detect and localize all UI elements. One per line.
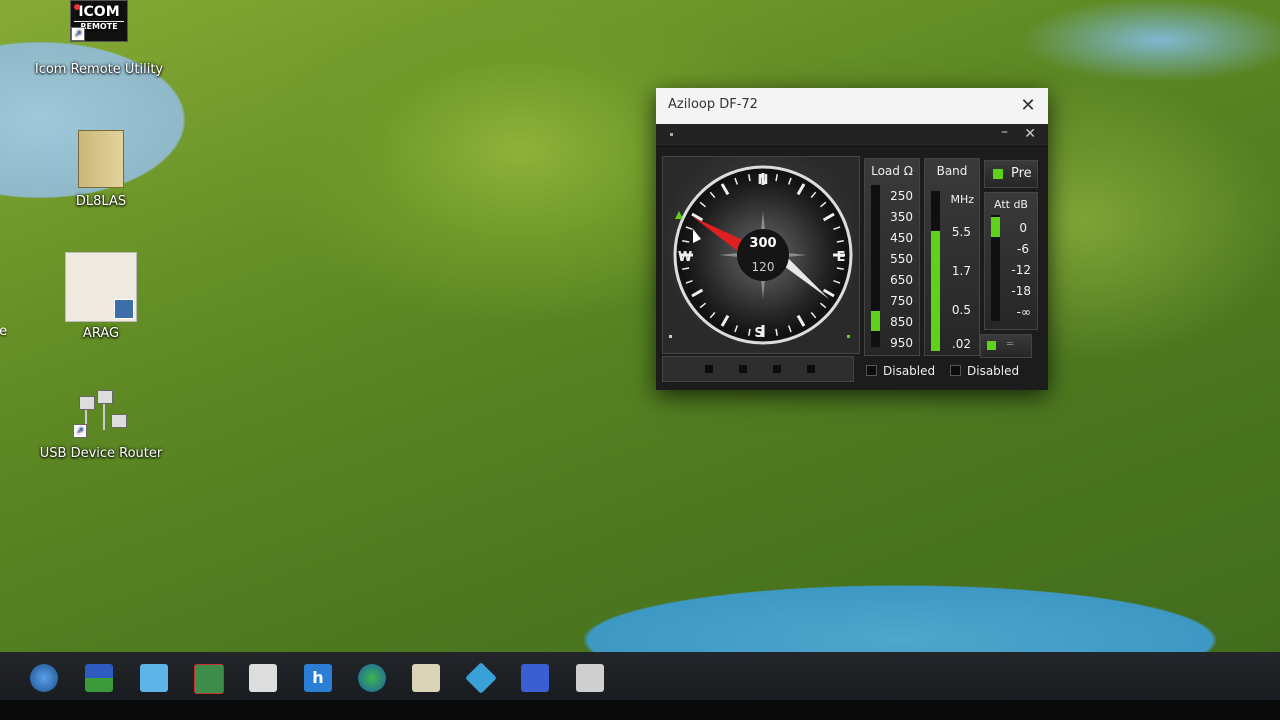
desktop-icon-dl8las[interactable]: DL8LAS (36, 130, 166, 209)
cardinal-north: N (758, 173, 769, 188)
desktop-icon-icom-remote-utility[interactable]: ICOM REMOTE ↗ Icom Remote Utility (34, 0, 164, 77)
checkbox-box[interactable] (950, 365, 961, 376)
preset-button-2[interactable] (739, 365, 747, 373)
compass-dial[interactable]: 300 120 N S E W (663, 157, 859, 353)
status-dot (847, 335, 850, 338)
mail-icon[interactable] (140, 664, 168, 692)
att-tick-inf: -∞ (1016, 305, 1031, 319)
cardinal-south: S (754, 326, 763, 341)
pre-label: Pre (1011, 166, 1032, 181)
usb-app-icon[interactable] (521, 664, 549, 692)
window-title: Aziloop DF-72 (668, 97, 758, 112)
rotate-up-arrow-icon[interactable] (675, 211, 683, 219)
load-meter-fill (871, 311, 880, 331)
status-dot (669, 335, 672, 338)
load-tick-250: 250 (890, 189, 913, 203)
preset-button-3[interactable] (773, 365, 781, 373)
cardinal-west: W (678, 250, 692, 265)
desktop-icon-label: DL8LAS (75, 194, 127, 209)
band-tick-5.5: 5.5 (951, 225, 971, 239)
globe-icon[interactable] (30, 664, 58, 692)
pre-indicator (993, 169, 1003, 179)
att-tick-12: -12 (1011, 263, 1031, 277)
att-tick-6: -6 (1017, 242, 1029, 256)
inner-toolbar: – ✕ (656, 124, 1048, 147)
att-small-toggle[interactable]: ═ (980, 334, 1032, 358)
band-tick-1.7: 1.7 (951, 264, 971, 278)
att-header: Att dB (994, 198, 1028, 211)
window-titlebar[interactable]: Aziloop DF-72 ✕ (656, 88, 1048, 124)
earth-icon[interactable] (358, 664, 386, 692)
pre-toggle[interactable]: Pre (984, 160, 1038, 188)
load-tick-450: 450 (890, 231, 913, 245)
indicator-dot (670, 133, 673, 136)
band-meter-fill (931, 231, 940, 351)
checkbox-box[interactable] (866, 365, 877, 376)
att-meter-fill (991, 217, 1000, 237)
icom-remote-icon: ICOM REMOTE ↗ (70, 0, 128, 42)
band-header: Band (936, 164, 968, 178)
att-small-dash-icon: ═ (1007, 339, 1014, 350)
inner-close-button[interactable]: ✕ (1024, 126, 1036, 142)
h-app-icon[interactable]: h (304, 664, 332, 692)
inner-minimize-button[interactable]: – (1001, 124, 1008, 140)
desktop-icon-label: USB Device Router (39, 446, 163, 461)
desktop-icon-usb-device-router[interactable]: ↗ USB Device Router (36, 386, 166, 461)
usb-router-app-icon[interactable] (576, 664, 604, 692)
attenuator-panel[interactable]: Att dB 0 -6 -12 -18 -∞ (984, 192, 1038, 330)
load-panel[interactable]: Load Ω 250 350 450 550 650 750 850 950 (864, 158, 920, 356)
preset-button-4[interactable] (807, 365, 815, 373)
band-panel[interactable]: Band MHz 5.5 1.7 0.5 .02 (924, 158, 980, 356)
load-tick-750: 750 (890, 294, 913, 308)
band-unit: MHz (950, 193, 974, 206)
cardinal-east: E (837, 250, 846, 265)
window-close-button[interactable]: ✕ (1016, 94, 1040, 118)
shortcut-arrow-icon: ↗ (73, 424, 87, 438)
monitor-bezel (0, 700, 1280, 720)
load-header: Load Ω (871, 164, 913, 178)
checkbox-label: Disabled (883, 364, 936, 378)
desktop-icon-arag[interactable]: ARAG (36, 252, 166, 341)
checkbox-disabled-1[interactable]: Disabled (866, 364, 935, 378)
shortcut-arrow-icon: ↗ (71, 27, 85, 41)
radio-icon[interactable] (249, 664, 277, 692)
app-badge-icon (114, 299, 134, 319)
map-icon[interactable] (194, 664, 224, 694)
usb-connector-icon: ↗ (73, 386, 129, 438)
load-tick-950: 950 (890, 336, 913, 350)
compass-button-strip (662, 356, 854, 382)
desktop-icon-label: Icom Remote Utility (34, 62, 164, 77)
scanner-icon[interactable] (412, 664, 440, 692)
checkbox-label: Disabled (967, 364, 1020, 378)
band-tick-.02: .02 (951, 337, 971, 351)
band-tick-0.5: 0.5 (951, 303, 971, 317)
preset-button-1[interactable] (705, 365, 713, 373)
load-tick-850: 850 (890, 315, 913, 329)
bearing-secondary: 120 (752, 260, 775, 274)
window-icon[interactable] (85, 664, 113, 692)
desktop-icon-label: ARAG (82, 326, 120, 341)
arrow-app-icon[interactable] (465, 662, 497, 694)
bearing-primary: 300 (749, 236, 776, 251)
load-tick-350: 350 (890, 210, 913, 224)
folder-book-icon (78, 130, 124, 188)
att-small-indicator (987, 341, 996, 350)
desktop-edge-label: te (0, 324, 8, 339)
aziloop-window[interactable]: Aziloop DF-72 ✕ – ✕ 300 120 N S E W Load… (656, 88, 1048, 390)
load-tick-650: 650 (890, 273, 913, 287)
document-icon (65, 252, 137, 322)
checkbox-disabled-2[interactable]: Disabled (950, 364, 1019, 378)
compass-panel[interactable]: 300 120 N S E W (662, 156, 860, 354)
att-tick-18: -18 (1011, 284, 1031, 298)
att-tick-0: 0 (1019, 221, 1027, 235)
load-tick-550: 550 (890, 252, 913, 266)
